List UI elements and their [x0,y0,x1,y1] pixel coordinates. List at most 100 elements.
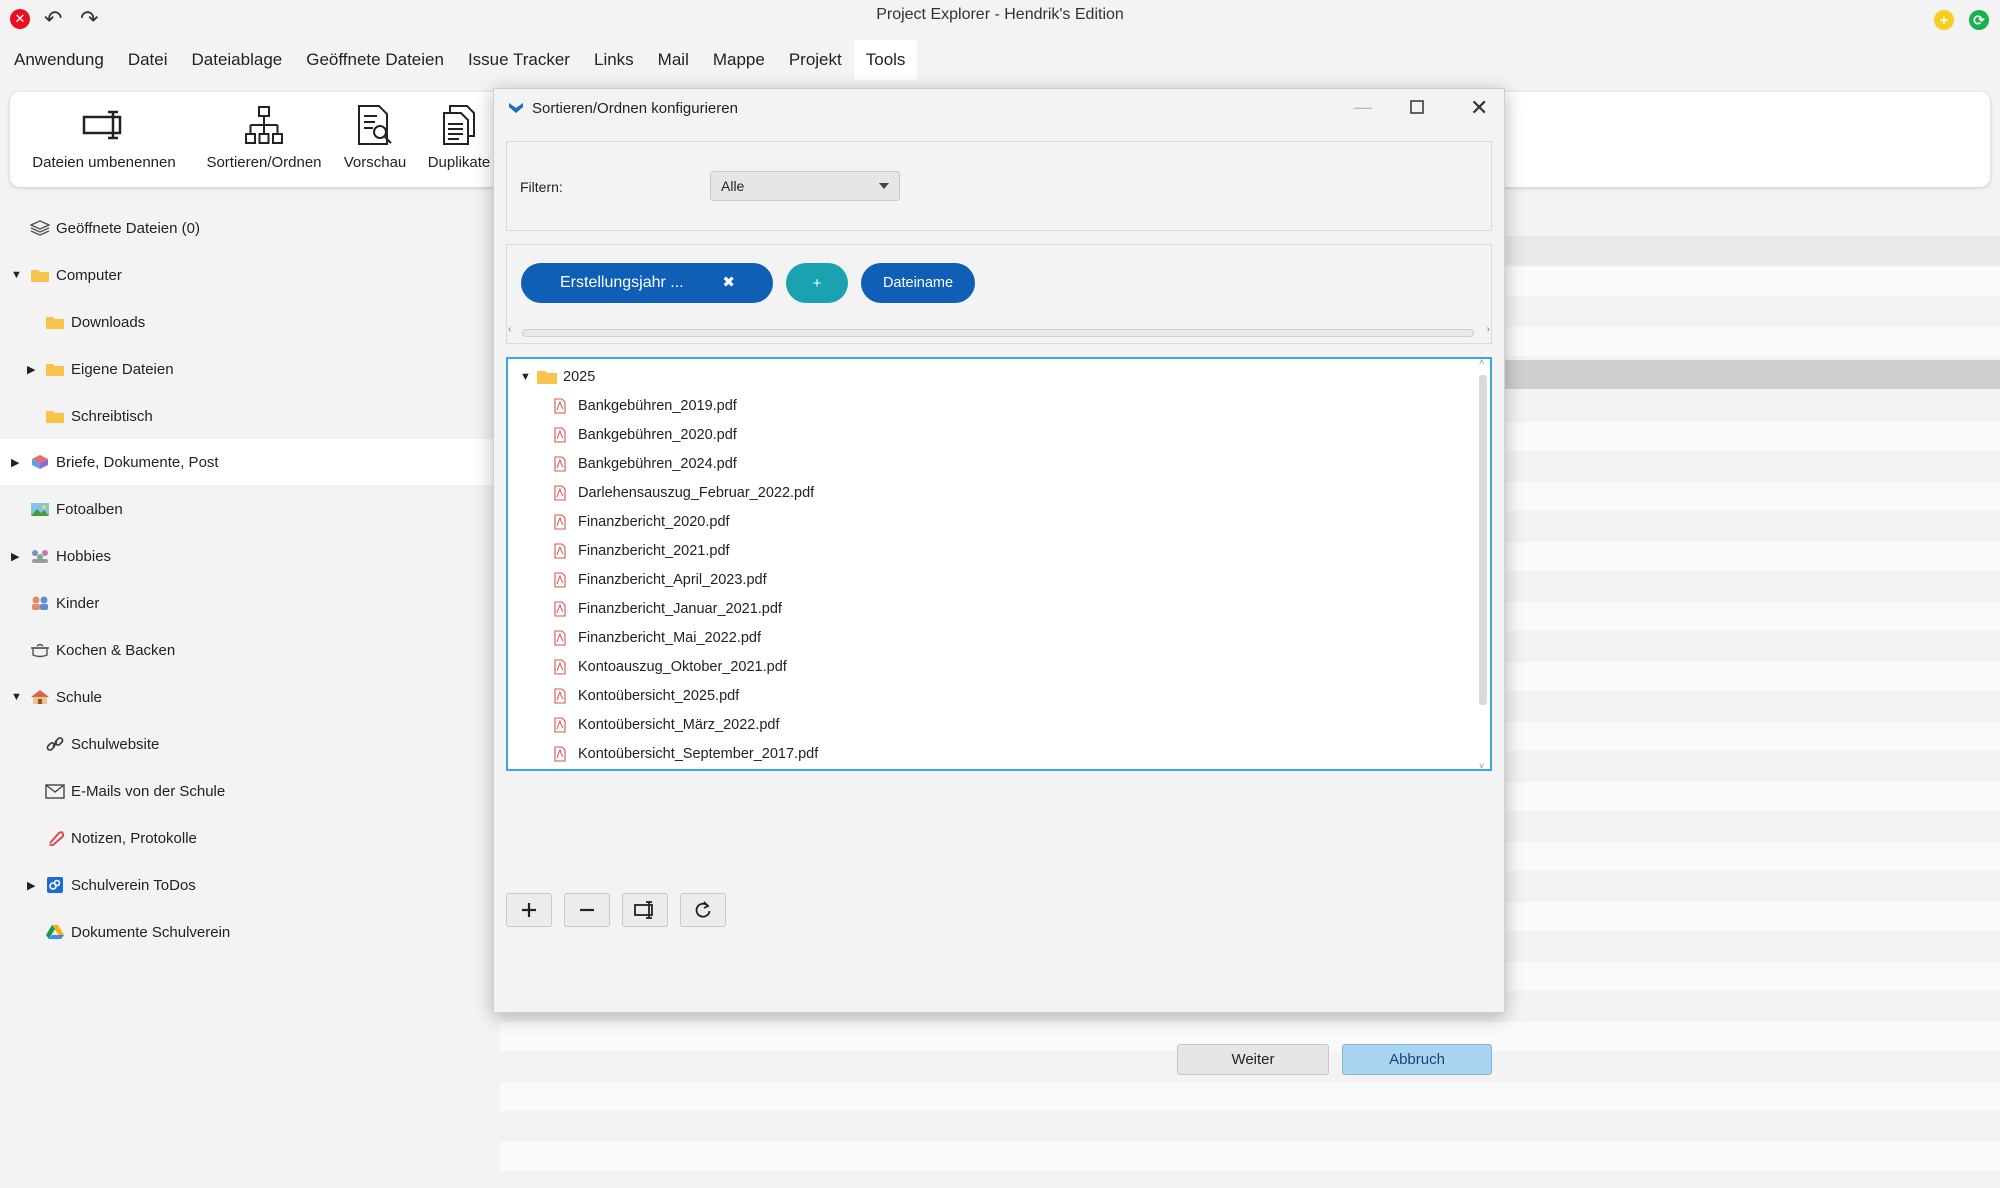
tree-file-row[interactable]: Kontoübersicht_März_2022.pdf [508,710,1468,739]
duplicates-button[interactable]: Duplikate [416,104,502,171]
house-icon [31,690,49,704]
plus-icon [522,903,536,917]
menu-dateiablage[interactable]: Dateiablage [180,40,295,80]
file-label: Finanzbericht_April_2023.pdf [578,571,767,588]
tree-file-row[interactable]: Kontoübersicht_September_2017.pdf [508,739,1468,768]
paperclip-icon [49,831,65,846]
tree-file-row[interactable]: Kontoauszug_Oktober_2021.pdf [508,652,1468,681]
next-button[interactable]: Weiter [1177,1044,1329,1075]
add-criterion-button[interactable]: + [786,263,848,303]
menu-datei[interactable]: Datei [116,40,180,80]
collapsed-arrow-icon[interactable]: ▶ [11,456,19,469]
folder-icon [46,411,64,423]
menu-links[interactable]: Links [582,40,646,80]
add-button[interactable] [506,893,552,927]
folder-icon [46,317,64,329]
sidebar-item-schreibtisch[interactable]: Schreibtisch [0,393,495,439]
menu-projekt[interactable]: Projekt [777,40,854,80]
sync-icon[interactable]: ⟳ [1969,10,1989,30]
tree-file-row[interactable]: Bankgebühren_2020.pdf [508,420,1468,449]
scroll-down-icon[interactable]: ˅ [1479,761,1484,769]
horizontal-scrollbar[interactable]: ‹ › [508,324,1490,339]
tree-file-row[interactable]: Finanzbericht_2020.pdf [508,507,1468,536]
sidebar-item-label: Computer [56,266,122,284]
tree-folder-2025[interactable]: ▼ 2025 [508,362,1468,391]
sidebar-item-schule[interactable]: ▼ Schule [0,674,495,720]
chevron-down-icon [879,183,889,189]
sidebar-item-label: Schulverein ToDos [71,876,196,894]
sidebar-item-schulverein-todos[interactable]: ▶ Schulverein ToDos [0,862,495,908]
tree-file-row[interactable]: Bankgebühren_2024.pdf [508,449,1468,478]
tree-file-row[interactable]: Finanzbericht_Mai_2022.pdf [508,623,1468,652]
pdf-file-icon [554,397,566,414]
sidebar-item-briefe[interactable]: ▶ Briefe, Dokumente, Post [0,439,495,485]
menu-mappe[interactable]: Mappe [701,40,777,80]
rename-files-label: Dateien umbenennen [32,154,176,171]
sidebar-item-schulwebsite[interactable]: Schulwebsite [0,721,495,767]
sidebar-item-eigene-dateien[interactable]: ▶ Eigene Dateien [0,346,495,392]
preview-button[interactable]: Vorschau [332,104,418,171]
pdf-file-icon [554,629,566,646]
scrollbar-thumb[interactable] [522,329,1474,337]
sidebar-item-emails-schule[interactable]: E-Mails von der Schule [0,768,495,814]
sidebar-item-downloads[interactable]: Downloads [0,299,495,345]
filter-label: Filtern: [520,179,563,195]
menu-mail[interactable]: Mail [646,40,701,80]
filter-select[interactable]: Alle [710,171,900,201]
tree-file-row[interactable]: Finanzbericht_April_2023.pdf [508,565,1468,594]
tree-file-row[interactable]: Finanzbericht_Januar_2021.pdf [508,594,1468,623]
maximize-icon[interactable] [1410,98,1424,119]
sidebar-item-kochen[interactable]: Kochen & Backen [0,627,495,673]
file-label: Finanzbericht_Januar_2021.pdf [578,600,782,617]
cube-icon [32,455,48,469]
chip-dateiname[interactable]: Dateiname [861,263,975,303]
expanded-arrow-icon[interactable]: ▼ [520,371,531,383]
sidebar-item-fotoalben[interactable]: Fotoalben [0,486,495,532]
cancel-button[interactable]: Abbruch [1342,1044,1492,1075]
collapsed-arrow-icon[interactable]: ▶ [27,363,35,376]
folder-icon [46,364,64,376]
minimize-icon[interactable]: — [1354,97,1372,118]
sidebar-item-notizen[interactable]: Notizen, Protokolle [0,815,495,861]
vertical-scrollbar[interactable]: ˄ ˅ [1476,359,1490,769]
sidebar-tree: Geöffnete Dateien (0) ▼ Computer Downloa… [0,205,495,1188]
collapsed-arrow-icon[interactable]: ▶ [27,879,35,892]
tree-file-row[interactable]: Kontoübersicht_2025.pdf [508,681,1468,710]
file-label: Darlehensauszug_Februar_2022.pdf [578,484,815,501]
add-icon[interactable]: + [1934,10,1954,30]
tree-file-row[interactable]: Finanzbericht_2021.pdf [508,536,1468,565]
remove-button[interactable] [564,893,610,927]
sidebar-item-open-files[interactable]: Geöffnete Dateien (0) [0,205,495,251]
scroll-up-icon[interactable]: ˄ [1479,359,1484,367]
app-icon [509,103,523,113]
scrollbar-thumb[interactable] [1479,375,1487,705]
sidebar-item-kinder[interactable]: Kinder [0,580,495,626]
rename-files-button[interactable]: Dateien umbenennen [30,104,178,171]
scroll-right-icon[interactable]: › [1487,324,1490,335]
expanded-arrow-icon[interactable]: ▼ [11,269,22,281]
chip-erstellungsjahr[interactable]: Erstellungsjahr ... ✖ [521,263,773,303]
sidebar-item-computer[interactable]: ▼ Computer [0,252,495,298]
file-label: Bankgebühren_2024.pdf [578,455,737,472]
remove-chip-icon[interactable]: ✖ [722,273,735,291]
refresh-button[interactable] [680,893,726,927]
sidebar-item-dokumente-schulverein[interactable]: Dokumente Schulverein [0,909,495,955]
rename-button[interactable] [622,893,668,927]
expanded-arrow-icon[interactable]: ▼ [11,691,22,703]
sort-order-button[interactable]: Sortieren/Ordnen [194,104,334,171]
minus-icon [580,908,594,912]
photo-icon [31,503,49,516]
tree-file-row[interactable]: Bankgebühren_2019.pdf [508,391,1468,420]
scroll-left-icon[interactable]: ‹ [508,324,511,335]
collapsed-arrow-icon[interactable]: ▶ [11,550,19,563]
menu-issue-tracker[interactable]: Issue Tracker [456,40,582,80]
menu-tools[interactable]: Tools [853,40,918,80]
pdf-file-icon [554,513,566,530]
close-dialog-icon[interactable]: ✕ [1470,95,1488,121]
sidebar-item-hobbies[interactable]: ▶ Hobbies [0,533,495,579]
menu-geoeffnete-dateien[interactable]: Geöffnete Dateien [294,40,456,80]
sidebar-item-label: Schreibtisch [71,407,153,425]
tree-file-row[interactable]: Kreditvertrag_Februar_2025.pdf [508,768,1468,769]
menu-anwendung[interactable]: Anwendung [2,40,116,80]
tree-file-row[interactable]: Darlehensauszug_Februar_2022.pdf [508,478,1468,507]
